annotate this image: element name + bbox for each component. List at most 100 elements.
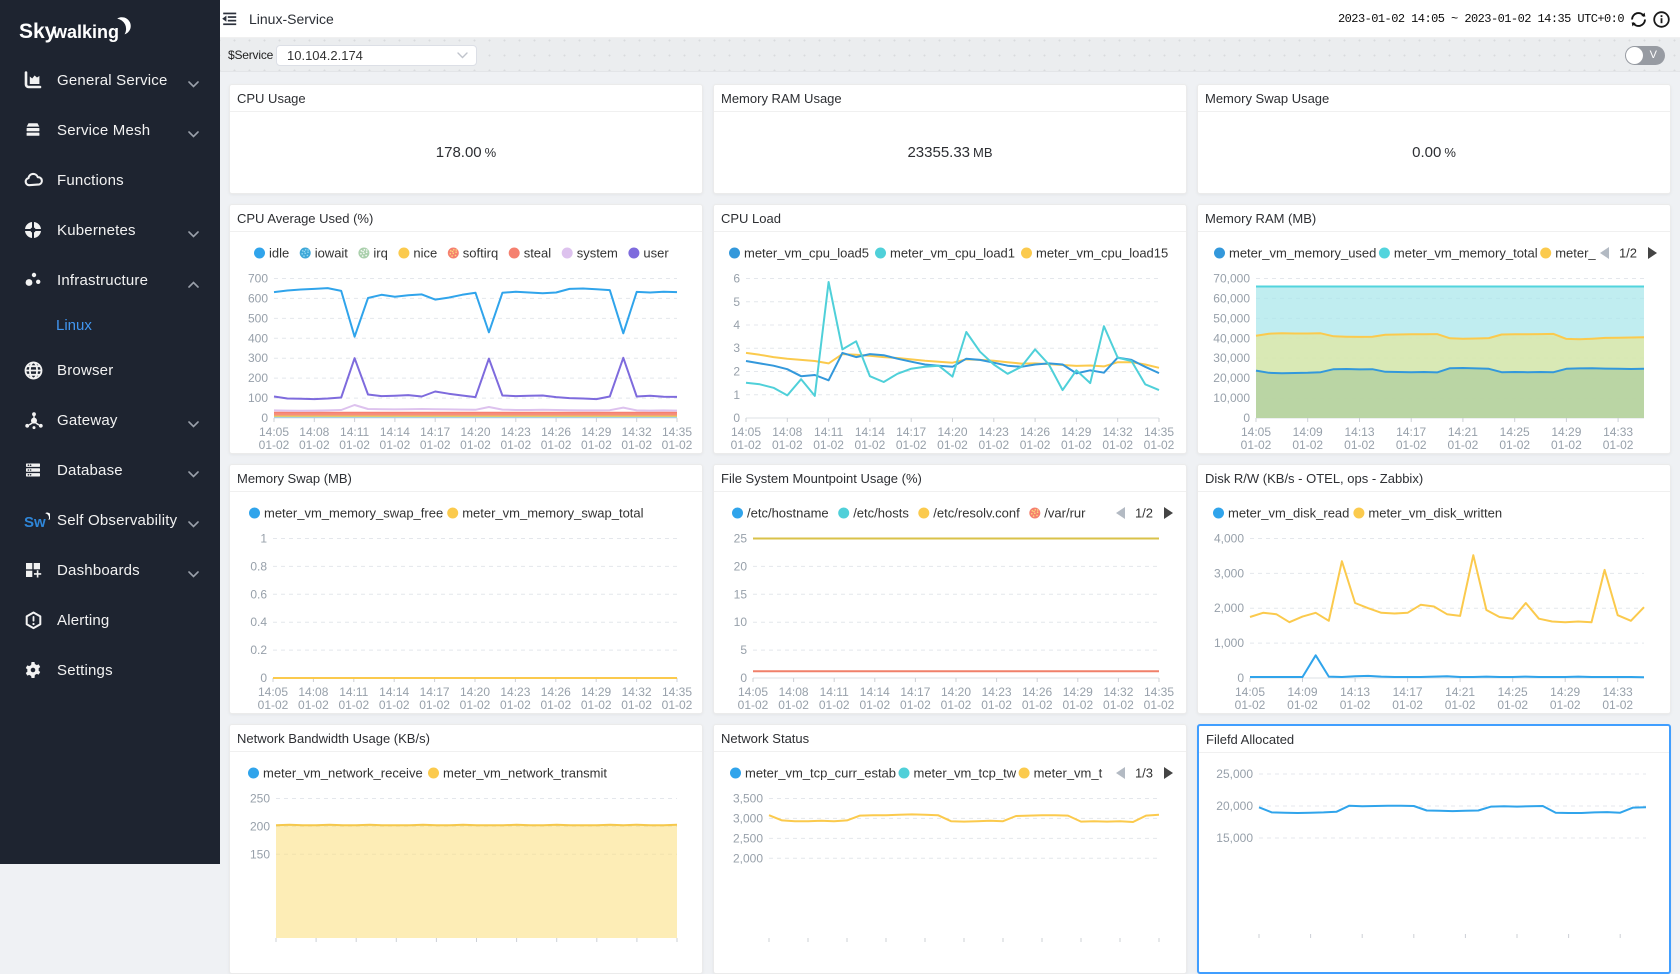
svg-text:01-02: 01-02	[299, 438, 330, 452]
svg-text:40,000: 40,000	[1213, 331, 1250, 345]
svg-text:meter_: meter_	[1555, 246, 1596, 261]
svg-text:700: 700	[248, 272, 268, 286]
svg-text:14:32: 14:32	[622, 425, 652, 439]
svg-text:14:21: 14:21	[1445, 685, 1475, 699]
svg-text:14:08: 14:08	[298, 685, 328, 699]
svg-text:3,000: 3,000	[1214, 566, 1244, 580]
svg-text:14:23: 14:23	[500, 685, 530, 699]
svg-text:meter_vm_memory_total: meter_vm_memory_total	[1394, 246, 1538, 261]
svg-text:14:23: 14:23	[501, 425, 531, 439]
svg-text:01-02: 01-02	[1241, 438, 1272, 452]
svg-text:01-02: 01-02	[1344, 438, 1375, 452]
svg-text:14:32: 14:32	[1103, 425, 1133, 439]
svg-text:01-02: 01-02	[778, 698, 809, 712]
svg-text:01-02: 01-02	[1144, 438, 1175, 452]
svg-text:user: user	[643, 246, 669, 261]
svg-text:14:13: 14:13	[1344, 425, 1374, 439]
svg-text:3: 3	[733, 341, 740, 355]
svg-text:01-02: 01-02	[621, 698, 652, 712]
svg-text:01-02: 01-02	[1551, 438, 1582, 452]
svg-text:01-02: 01-02	[813, 438, 844, 452]
svg-text:01-02: 01-02	[298, 698, 329, 712]
svg-text:14:26: 14:26	[1022, 685, 1052, 699]
svg-text:01-02: 01-02	[731, 438, 762, 452]
svg-text:01-02: 01-02	[896, 438, 927, 452]
svg-text:20,000: 20,000	[1213, 371, 1250, 385]
svg-text:14:05: 14:05	[731, 425, 761, 439]
svg-text:01-02: 01-02	[1602, 698, 1633, 712]
svg-text:20,000: 20,000	[1216, 799, 1253, 813]
svg-text:/etc/hosts: /etc/hosts	[853, 506, 909, 521]
svg-text:70,000: 70,000	[1213, 272, 1250, 286]
svg-text:steal: steal	[524, 246, 552, 261]
svg-text:01-02: 01-02	[1340, 698, 1371, 712]
svg-text:14:29: 14:29	[1063, 685, 1093, 699]
svg-text:01-02: 01-02	[937, 438, 968, 452]
svg-text:14:26: 14:26	[541, 685, 571, 699]
svg-text:1/2: 1/2	[1619, 246, 1637, 261]
svg-text:14:17: 14:17	[420, 425, 450, 439]
svg-text:01-02: 01-02	[1061, 438, 1092, 452]
svg-text:1: 1	[733, 388, 740, 402]
svg-text:200: 200	[250, 819, 270, 833]
svg-text:14:33: 14:33	[1603, 425, 1633, 439]
svg-text:10,000: 10,000	[1213, 391, 1250, 405]
svg-text:20: 20	[734, 559, 748, 573]
svg-text:01-02: 01-02	[941, 698, 972, 712]
svg-text:14:25: 14:25	[1498, 685, 1528, 699]
svg-text:14:05: 14:05	[258, 685, 288, 699]
svg-text:2,000: 2,000	[733, 851, 763, 865]
svg-text:01-02: 01-02	[772, 438, 803, 452]
svg-text:01-02: 01-02	[380, 438, 411, 452]
svg-text:0: 0	[1237, 671, 1244, 685]
svg-text:14:11: 14:11	[814, 425, 843, 439]
svg-text:meter_vm_memory_used: meter_vm_memory_used	[1229, 246, 1376, 261]
svg-text:5: 5	[733, 295, 740, 309]
svg-text:14:35: 14:35	[662, 685, 692, 699]
svg-text:meter_vm_memory_swap_free: meter_vm_memory_swap_free	[264, 506, 443, 521]
svg-text:01-02: 01-02	[981, 698, 1012, 712]
svg-text:01-02: 01-02	[1292, 438, 1323, 452]
svg-text:5: 5	[740, 643, 747, 657]
svg-text:14:35: 14:35	[1144, 685, 1174, 699]
svg-text:14:13: 14:13	[1340, 685, 1370, 699]
svg-text:150: 150	[250, 847, 270, 861]
svg-text:meter_vm_network_transmit: meter_vm_network_transmit	[443, 766, 607, 781]
svg-text:meter_vm_cpu_load5: meter_vm_cpu_load5	[744, 246, 869, 261]
svg-text:01-02: 01-02	[419, 698, 450, 712]
svg-text:01-02: 01-02	[1022, 698, 1053, 712]
svg-text:14:17: 14:17	[896, 425, 926, 439]
svg-text:01-02: 01-02	[420, 438, 451, 452]
svg-text:14:33: 14:33	[1603, 685, 1633, 699]
svg-text:14:09: 14:09	[1287, 685, 1317, 699]
svg-text:14:23: 14:23	[982, 685, 1012, 699]
svg-text:600: 600	[248, 291, 268, 305]
svg-text:01-02: 01-02	[540, 698, 571, 712]
svg-text:softirq: softirq	[463, 246, 498, 261]
svg-text:14:14: 14:14	[855, 425, 885, 439]
svg-text:14:20: 14:20	[937, 425, 967, 439]
svg-text:4: 4	[733, 318, 740, 332]
svg-text:01-02: 01-02	[662, 698, 693, 712]
svg-text:01-02: 01-02	[379, 698, 410, 712]
svg-text:14:14: 14:14	[860, 685, 890, 699]
svg-text:15,000: 15,000	[1216, 831, 1253, 845]
svg-text:01-02: 01-02	[259, 438, 290, 452]
svg-text:01-02: 01-02	[500, 438, 531, 452]
svg-text:Sky: Sky	[19, 20, 57, 43]
svg-text:14:14: 14:14	[379, 685, 409, 699]
svg-text:14:20: 14:20	[941, 685, 971, 699]
svg-text:iowait: iowait	[315, 246, 349, 261]
svg-text:14:35: 14:35	[662, 425, 692, 439]
svg-text:1,000: 1,000	[1214, 636, 1244, 650]
svg-text:14:08: 14:08	[779, 685, 809, 699]
svg-text:4,000: 4,000	[1214, 532, 1244, 546]
svg-text:14:09: 14:09	[1293, 425, 1323, 439]
svg-text:0: 0	[1243, 411, 1250, 425]
svg-text:01-02: 01-02	[819, 698, 850, 712]
svg-text:0.4: 0.4	[250, 615, 267, 629]
svg-text:walking: walking	[52, 22, 119, 42]
svg-text:14:26: 14:26	[541, 425, 571, 439]
svg-text:100: 100	[248, 391, 268, 405]
svg-text:14:08: 14:08	[772, 425, 802, 439]
